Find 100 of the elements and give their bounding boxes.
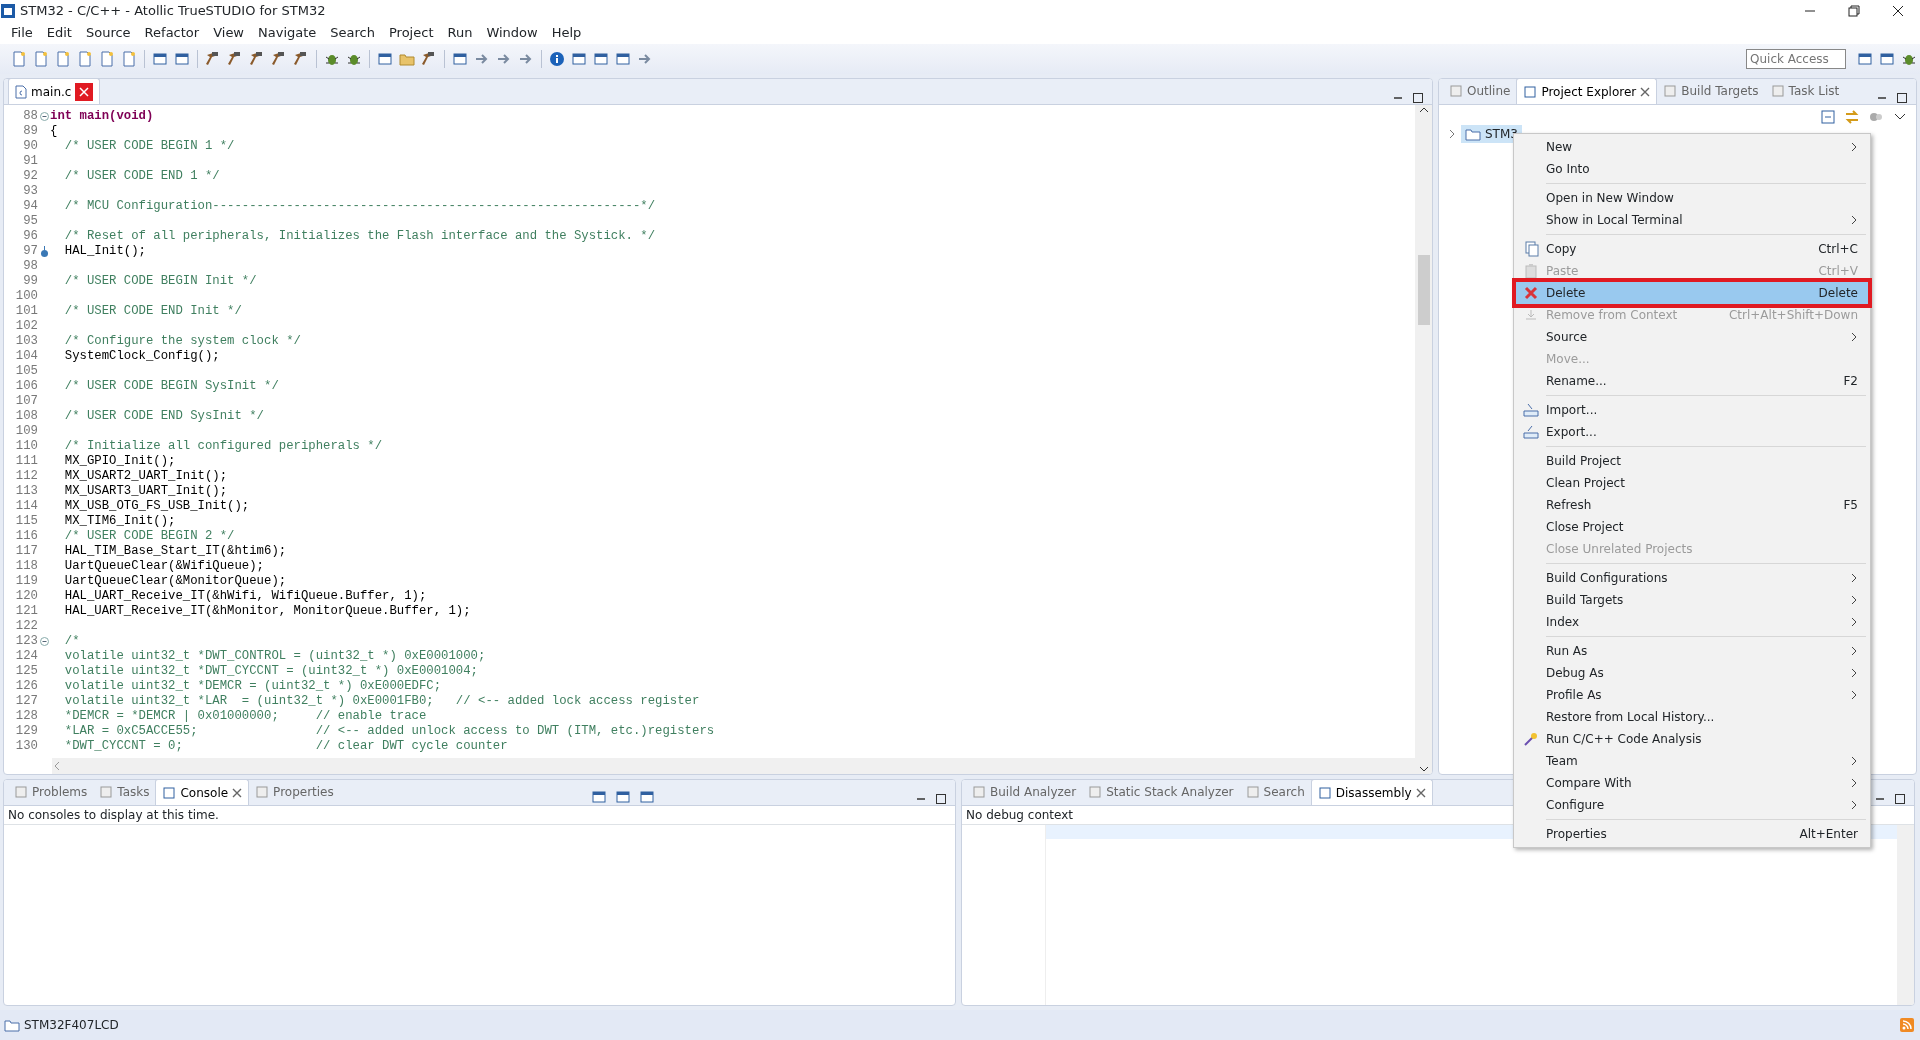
hammer-icon[interactable]: [205, 51, 221, 67]
tab-icon: [14, 785, 28, 799]
menu-item[interactable]: Refactor: [137, 23, 207, 43]
window-icon[interactable]: [174, 51, 190, 67]
tab[interactable]: Project Explorer: [1516, 79, 1658, 104]
menu-item[interactable]: Navigate: [251, 23, 324, 43]
menu-item[interactable]: Profile As: [1516, 684, 1868, 706]
tab[interactable]: Problems: [8, 780, 94, 805]
menu-item[interactable]: Show in Local Terminal: [1516, 209, 1868, 231]
window-icon[interactable]: [377, 51, 393, 67]
code-line: /* Initialize all configured peripherals */: [63, 439, 383, 454]
export-icon: [1523, 424, 1539, 440]
menu-item[interactable]: Run C/C++ Code Analysis: [1516, 728, 1868, 750]
tab[interactable]: Console: [155, 780, 250, 805]
menu-item[interactable]: Open in New Window: [1516, 187, 1868, 209]
menu-item[interactable]: Close Project: [1516, 516, 1868, 538]
menu-item[interactable]: Help: [544, 23, 589, 43]
code-line: HAL_UART_Receive_IT(&hMonitor, MonitorQueue.Buffer, 1);: [63, 604, 471, 619]
menu-item[interactable]: Source: [78, 23, 138, 43]
menu-item[interactable]: Restore from Local History...: [1516, 706, 1868, 728]
hammer-icon[interactable]: [249, 51, 265, 67]
tab[interactable]: Static Stack Analyzer: [1082, 780, 1240, 805]
menu-item[interactable]: Import...: [1516, 399, 1868, 421]
window-icon[interactable]: [615, 51, 631, 67]
menu-item[interactable]: Build Project: [1516, 450, 1868, 472]
menu-item[interactable]: Team: [1516, 750, 1868, 772]
menu-label: Import...: [1546, 402, 1599, 419]
feed-icon: [1900, 1018, 1914, 1032]
maximize-icon[interactable]: [1894, 793, 1906, 805]
collapse-icon[interactable]: [40, 112, 49, 121]
tab-label: Project Explorer: [1541, 83, 1637, 101]
hammer-icon[interactable]: [421, 51, 437, 67]
tab[interactable]: Build Analyzer: [966, 780, 1083, 805]
menu-label: Refresh: [1546, 497, 1593, 514]
menu-item[interactable]: Edit: [39, 23, 79, 43]
menu-item[interactable]: Window: [479, 23, 545, 43]
menu-item[interactable]: Build Configurations: [1516, 567, 1868, 589]
hammer-icon[interactable]: [271, 51, 287, 67]
window-icon[interactable]: [152, 51, 168, 67]
line-number: 99: [22, 274, 39, 289]
tab[interactable]: Search: [1239, 780, 1311, 805]
menu-item[interactable]: Go Into: [1516, 158, 1868, 180]
menu-item[interactable]: Copy Ctrl+C: [1516, 238, 1868, 260]
menu-item[interactable]: Index: [1516, 611, 1868, 633]
info-icon[interactable]: [549, 51, 565, 67]
menu-label: Source: [1546, 329, 1589, 346]
quick-access-field[interactable]: Quick Access: [1746, 49, 1846, 69]
hammer-icon[interactable]: [227, 51, 243, 67]
shortcut-label: Ctrl+Alt+Shift+Down: [1728, 307, 1858, 324]
tab-icon: [162, 785, 177, 800]
tab[interactable]: Disassembly: [1310, 780, 1433, 805]
menu-item[interactable]: View: [206, 23, 251, 43]
menu-item[interactable]: Rename... F2: [1516, 370, 1868, 392]
code-line: /* USER CODE END 1 */: [63, 169, 220, 184]
line-number: 114: [14, 499, 39, 514]
code-line: /* USER CODE END SysInit */: [63, 409, 264, 424]
menu-item[interactable]: Build Targets: [1516, 589, 1868, 611]
tab[interactable]: Task List: [1764, 79, 1846, 104]
menu-label: Clean Project: [1546, 475, 1626, 492]
menu-item[interactable]: Run As: [1516, 640, 1868, 662]
line-number: 118: [14, 559, 39, 574]
tab[interactable]: Outline: [1443, 79, 1517, 104]
menu-item[interactable]: Compare With: [1516, 772, 1868, 794]
menu-item[interactable]: File: [4, 23, 40, 43]
menu-item[interactable]: Export...: [1516, 421, 1868, 443]
tab-label: Tasks: [117, 784, 150, 801]
maximize-icon[interactable]: [1412, 92, 1424, 104]
hammer-icon[interactable]: [293, 51, 309, 67]
code-line: /*: [63, 634, 80, 649]
menu-item[interactable]: Clean Project: [1516, 472, 1868, 494]
tab[interactable]: Properties: [249, 780, 340, 805]
tab-label: Console: [180, 784, 229, 802]
menu-item[interactable]: Properties Alt+Enter: [1516, 823, 1868, 845]
window-icon[interactable]: [593, 51, 609, 67]
menu-item[interactable]: Source: [1516, 326, 1868, 348]
line-number: 90: [22, 139, 39, 154]
restore-icon[interactable]: [1846, 3, 1862, 19]
menu-item[interactable]: Configure: [1516, 794, 1868, 816]
line-number: 124: [14, 649, 39, 664]
menu-item[interactable]: Run: [440, 23, 480, 43]
window-icon[interactable]: [452, 51, 468, 67]
menu-item[interactable]: Refresh F5: [1516, 494, 1868, 516]
project-folder-icon: [4, 1018, 20, 1032]
tab[interactable]: Build Targets: [1657, 79, 1765, 104]
maximize-icon[interactable]: [1896, 92, 1908, 104]
editor-tab[interactable]: main.c: [8, 79, 101, 104]
window-title: STM32 - C/C++ - Atollic TrueSTUDIO for STM32: [20, 2, 326, 21]
menu-item[interactable]: Project: [382, 23, 441, 43]
menu-item[interactable]: Debug As: [1516, 662, 1868, 684]
scroll-thumb[interactable]: [1417, 255, 1430, 325]
tab[interactable]: Tasks: [93, 780, 156, 805]
code-line: HAL_Init();: [63, 244, 146, 259]
line-number: 107: [14, 394, 39, 409]
collapse-icon[interactable]: [40, 637, 49, 646]
close-icon[interactable]: [1890, 3, 1906, 19]
maximize-icon[interactable]: [935, 793, 947, 805]
expand-icon[interactable]: [1447, 129, 1457, 139]
code-line: {: [50, 124, 58, 139]
window-icon[interactable]: [571, 51, 587, 67]
menu-item[interactable]: Search: [323, 23, 382, 43]
